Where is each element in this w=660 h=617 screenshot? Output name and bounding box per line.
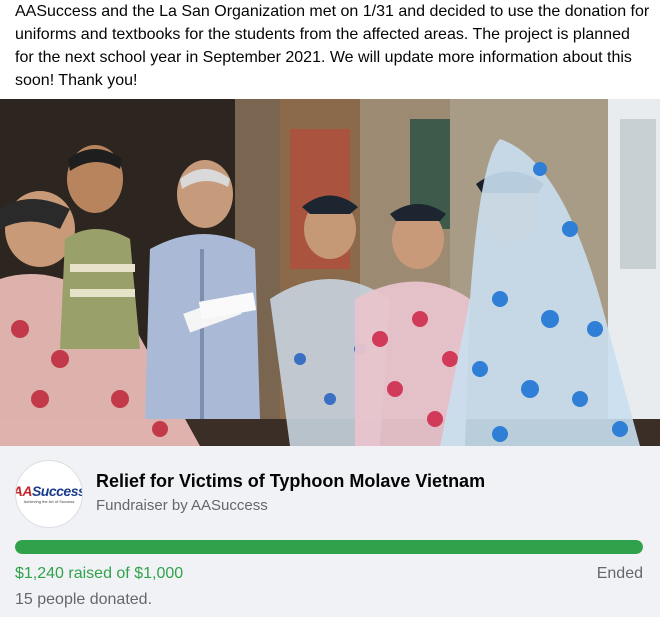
logo-tagline: Achieving the Art of Success <box>23 499 75 504</box>
fundraiser-card[interactable]: AASuccess Achieving the Art of Success R… <box>0 446 660 617</box>
fundraiser-subtitle: Fundraiser by AASuccess <box>96 497 268 514</box>
group-photo-illustration <box>0 99 660 446</box>
post-text: AASuccess and the La San Organization me… <box>15 3 650 89</box>
organization-logo[interactable]: AASuccess Achieving the Art of Success <box>15 460 83 528</box>
fundraiser-photo[interactable] <box>0 99 660 446</box>
fundraiser-status: Ended <box>596 565 643 582</box>
donor-count: 15 people donated. <box>15 591 153 608</box>
amount-raised: $1,240 raised of $1,000 <box>15 565 184 582</box>
fundraiser-title[interactable]: Relief for Victims of Typhoon Molave Vie… <box>96 470 485 492</box>
fundraiser-progress-bar <box>15 540 643 554</box>
logo-wordmark: AASuccess <box>16 483 83 499</box>
progress-fill <box>15 540 643 554</box>
